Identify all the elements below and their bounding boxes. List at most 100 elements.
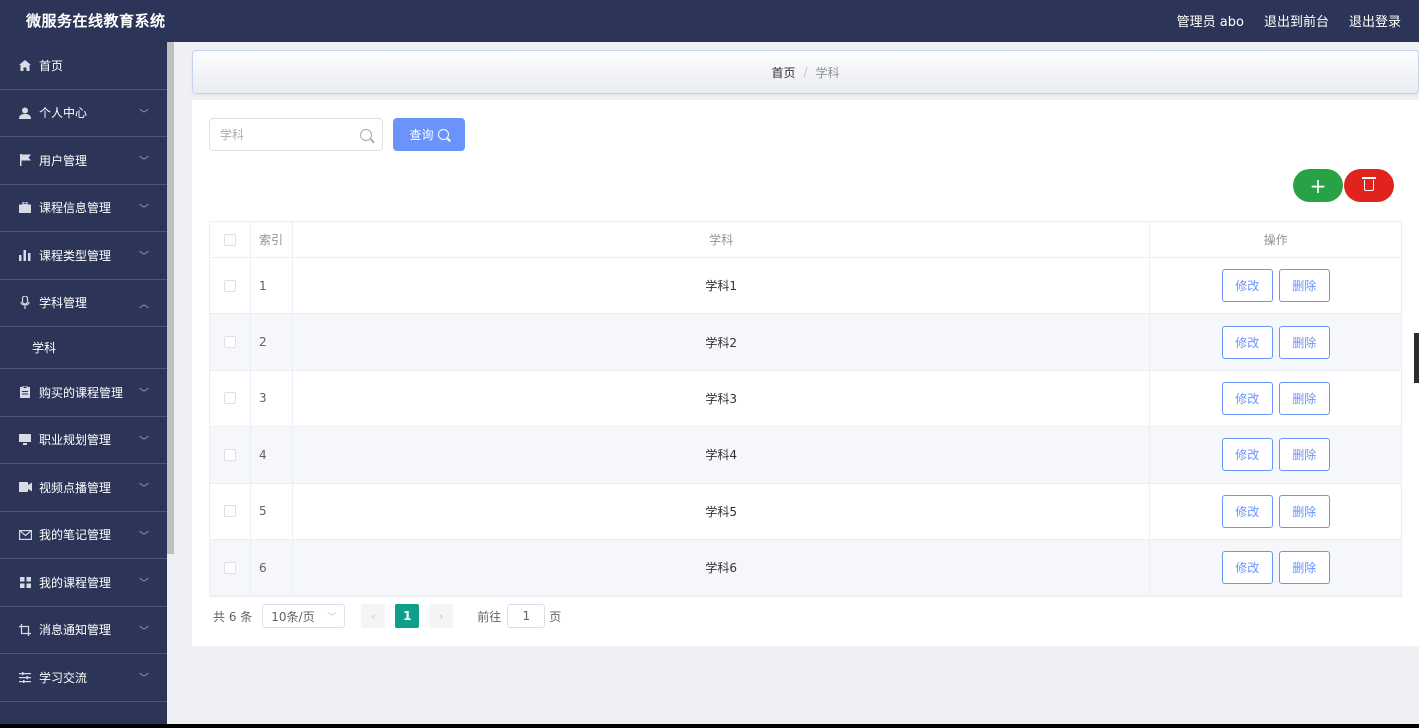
sidebar-item-study-exchange[interactable]: 学习交流 ﹀ [0, 654, 167, 702]
row-actions: 修改 删除 [1150, 427, 1401, 482]
sidebar-item-label: 个人中心 [39, 106, 88, 121]
row-checkbox-cell [210, 370, 251, 427]
batch-delete-button[interactable] [1344, 169, 1394, 202]
bottom-border [0, 724, 1419, 728]
row-index: 2 [251, 314, 293, 370]
row-checkbox[interactable] [223, 505, 236, 518]
prev-page-button[interactable]: ‹ [361, 604, 386, 628]
chevron-down-icon: ﹀ [139, 531, 149, 543]
content-panel: 学科 查询 + 索引 学科 操作 1 学科1 修改 删除 2 学科2 修改 删除… [192, 100, 1419, 646]
header-actions: 操作 [1263, 233, 1288, 247]
sidebar-item-label: 用户管理 [39, 153, 88, 168]
admin-user-label[interactable]: 管理员 abo [1177, 11, 1244, 30]
row-actions: 修改 删除 [1150, 371, 1401, 426]
edit-button[interactable]: 修改 [1221, 438, 1273, 472]
edit-button[interactable]: 修改 [1221, 381, 1273, 415]
page-number-button[interactable]: 1 [395, 604, 420, 628]
app-title: 微服务在线教育系统 [26, 12, 166, 30]
delete-button[interactable]: 删除 [1278, 381, 1330, 415]
row-checkbox[interactable] [223, 279, 236, 292]
bar-chart-icon [18, 248, 32, 262]
delete-button[interactable]: 删除 [1278, 551, 1330, 585]
delete-button[interactable]: 删除 [1278, 494, 1330, 528]
chevron-down-icon: ﹀ [139, 204, 149, 216]
table-row: 1 学科1 修改 删除 [210, 258, 1401, 315]
right-edge-handle[interactable] [1414, 333, 1419, 383]
chevron-down-icon: ﹀ [139, 578, 149, 590]
sidebar-item-my-notes[interactable]: 我的笔记管理 ﹀ [0, 512, 167, 559]
page-size-value: 10条/页 [271, 609, 315, 624]
sidebar-item-home[interactable]: 首页 [0, 42, 167, 90]
row-actions: 修改 删除 [1150, 484, 1401, 539]
sidebar-item-course-type[interactable]: 课程类型管理 ﹀ [0, 232, 167, 280]
sidebar-subitem-subject[interactable]: 学科 [0, 327, 167, 369]
row-index: 3 [251, 370, 293, 427]
row-checkbox[interactable] [223, 336, 236, 349]
breadcrumb-current: 学科 [815, 65, 840, 80]
logout-link[interactable]: 退出登录 [1349, 11, 1401, 30]
video-icon [18, 480, 32, 494]
delete-button[interactable]: 删除 [1278, 325, 1330, 359]
sidebar-item-label: 我的笔记管理 [39, 528, 112, 543]
sidebar-item-personal-center[interactable]: 个人中心 ﹀ [0, 90, 167, 137]
briefcase-icon [18, 201, 32, 215]
sidebar-scrollbar[interactable] [167, 42, 174, 554]
app-window: 微服务在线教育系统 管理员 abo 退出到前台 退出登录 首页 个人中心 ﹀ 用… [0, 0, 1419, 724]
trash-icon [1362, 177, 1376, 191]
sidebar-item-label: 购买的课程管理 [39, 385, 124, 400]
row-checkbox[interactable] [223, 561, 236, 574]
add-button[interactable]: + [1293, 169, 1343, 202]
table-row: 6 学科6 修改 删除 [210, 539, 1401, 597]
chevron-down-icon: ﹀ [139, 626, 149, 638]
row-subject: 学科4 [293, 427, 1151, 483]
select-all-checkbox[interactable] [223, 233, 236, 246]
row-checkbox[interactable] [223, 392, 236, 405]
page-suffix: 页 [549, 609, 562, 624]
pagination: 共 6 条 10条/页 ﹀ ‹ 1 › 前往 1 页 [213, 604, 561, 628]
delete-button[interactable]: 删除 [1278, 438, 1330, 472]
sidebar-item-subject-management[interactable]: 学科管理 ︿ [0, 280, 167, 327]
sidebar-item-label: 消息通知管理 [39, 623, 112, 638]
page-size-select[interactable]: 10条/页 ﹀ [262, 604, 346, 628]
row-checkbox-cell [210, 483, 251, 539]
user-icon [18, 106, 32, 120]
sidebar-item-my-courses[interactable]: 我的课程管理 ﹀ [0, 559, 167, 607]
sidebar-item-video-on-demand[interactable]: 视频点播管理 ﹀ [0, 464, 167, 512]
table-row: 3 学科3 修改 删除 [210, 370, 1401, 428]
sidebar-item-course-info[interactable]: 课程信息管理 ﹀ [0, 185, 167, 232]
chevron-up-icon: ︿ [139, 299, 149, 311]
delete-button[interactable]: 删除 [1278, 269, 1330, 303]
edit-button[interactable]: 修改 [1221, 269, 1273, 303]
breadcrumb-home[interactable]: 首页 [771, 64, 795, 81]
header-subject: 学科 [293, 222, 1151, 257]
sidebar-item-career-planning[interactable]: 职业规划管理 ﹀ [0, 417, 167, 464]
sidebar-item-label: 我的课程管理 [39, 575, 112, 590]
chevron-down-icon: ﹀ [139, 436, 149, 448]
plus-icon: + [1309, 173, 1327, 198]
table-header-row: 索引 学科 操作 [210, 222, 1401, 258]
edit-button[interactable]: 修改 [1221, 494, 1273, 528]
subject-search-input[interactable]: 学科 [209, 118, 383, 151]
sidebar-item-label: 视频点播管理 [39, 480, 112, 495]
monitor-icon [18, 433, 32, 447]
chevron-down-icon: ﹀ [139, 109, 149, 121]
row-checkbox[interactable] [223, 448, 236, 461]
row-checkbox-cell [210, 314, 251, 370]
query-button[interactable]: 查询 [393, 118, 465, 151]
chevron-left-icon: ‹ [371, 609, 376, 623]
crop-icon [18, 623, 32, 637]
next-page-button[interactable]: › [429, 604, 454, 628]
row-index: 5 [251, 483, 293, 539]
header-checkbox-cell [210, 222, 251, 257]
chevron-down-icon: ﹀ [139, 156, 149, 168]
row-subject: 学科2 [293, 314, 1151, 370]
chevron-right-icon: › [439, 609, 444, 623]
sidebar-item-purchased-courses[interactable]: 购买的课程管理 ﹀ [0, 369, 167, 417]
row-subject: 学科6 [293, 539, 1151, 596]
sidebar-item-notifications[interactable]: 消息通知管理 ﹀ [0, 607, 167, 654]
edit-button[interactable]: 修改 [1221, 551, 1273, 585]
edit-button[interactable]: 修改 [1221, 325, 1273, 359]
sidebar-item-user-management[interactable]: 用户管理 ﹀ [0, 137, 167, 185]
exit-to-front-link[interactable]: 退出到前台 [1264, 11, 1329, 30]
goto-page-input[interactable]: 1 [507, 604, 546, 628]
